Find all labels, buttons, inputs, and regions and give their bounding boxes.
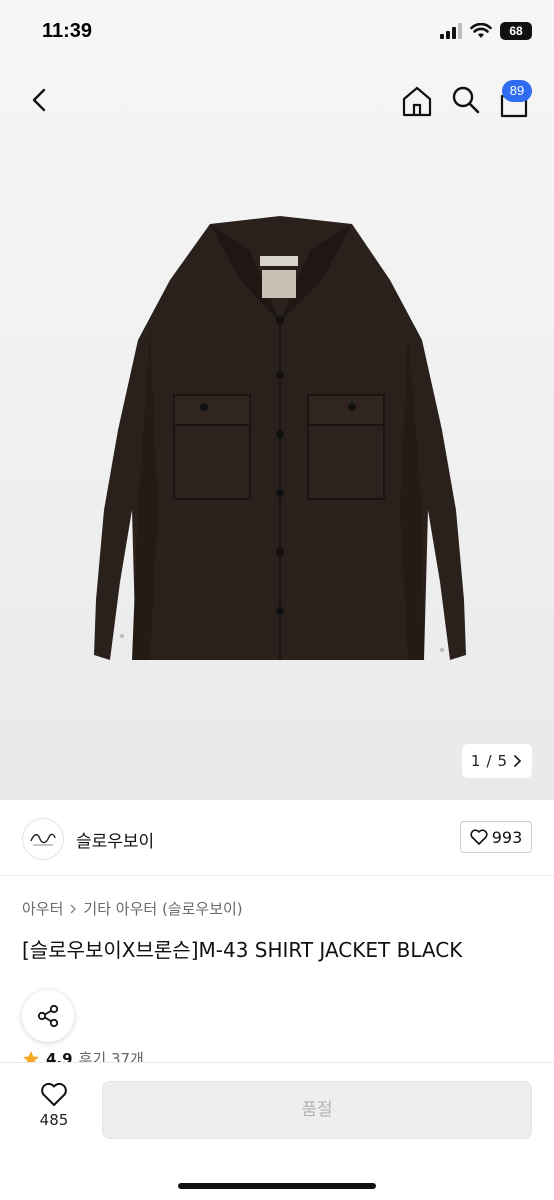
brand-name[interactable]: 슬로우보이 (76, 827, 154, 852)
signal-icon (440, 23, 462, 39)
top-nav-bar (0, 78, 554, 122)
product-image-gallery[interactable]: 11:39 68 89 1 / 5 (0, 0, 554, 800)
cart-count-badge: 89 (502, 80, 532, 102)
battery-indicator: 68 (500, 22, 532, 40)
status-time: 11:39 (42, 20, 93, 42)
status-bar: 11:39 68 (0, 0, 554, 66)
bottom-action-bar: 485 품절 (0, 1062, 554, 1200)
brand-logo[interactable] (22, 818, 64, 860)
product-title: [슬로우보이X브론슨]M-43 SHIRT JACKET BLACK (22, 938, 463, 962)
soldout-button[interactable]: 품절 (102, 1081, 532, 1139)
breadcrumb: 아우터 기타 아우터 (슬로우보이) (22, 898, 243, 919)
brand-logo-mark (30, 833, 56, 846)
home-icon[interactable] (400, 84, 434, 118)
image-counter-separator: / (486, 752, 492, 770)
share-button[interactable] (22, 990, 74, 1042)
back-chevron-icon[interactable] (26, 84, 54, 116)
status-icons: 68 (440, 22, 532, 40)
brand-like-count: 993 (491, 827, 523, 847)
wifi-icon (470, 23, 492, 38)
image-counter-current: 1 (470, 752, 481, 770)
breadcrumb-item-outer[interactable]: 아우터 (22, 898, 63, 919)
chevron-right-icon (70, 904, 77, 913)
wish-count: 485 (39, 1111, 69, 1129)
brand-like-button[interactable]: 993 (460, 821, 532, 853)
image-counter[interactable]: 1 / 5 (462, 744, 532, 778)
product-detail-page: 11:39 68 89 1 / 5 슬로우보이 993 아우터 기타 아우터 (… (0, 0, 554, 1200)
product-image (94, 216, 466, 660)
share-icon (37, 1004, 59, 1028)
chevron-right-icon (514, 755, 522, 767)
brand-row: 슬로우보이 993 (0, 800, 554, 876)
image-counter-total: 5 (497, 752, 508, 770)
heart-icon (41, 1082, 67, 1106)
wish-button[interactable]: 485 (22, 1081, 86, 1145)
heart-outline-icon (470, 829, 488, 845)
search-icon[interactable] (450, 84, 482, 116)
breadcrumb-item-category[interactable]: 기타 아우터 (슬로우보이) (83, 898, 242, 919)
home-indicator (178, 1183, 376, 1189)
